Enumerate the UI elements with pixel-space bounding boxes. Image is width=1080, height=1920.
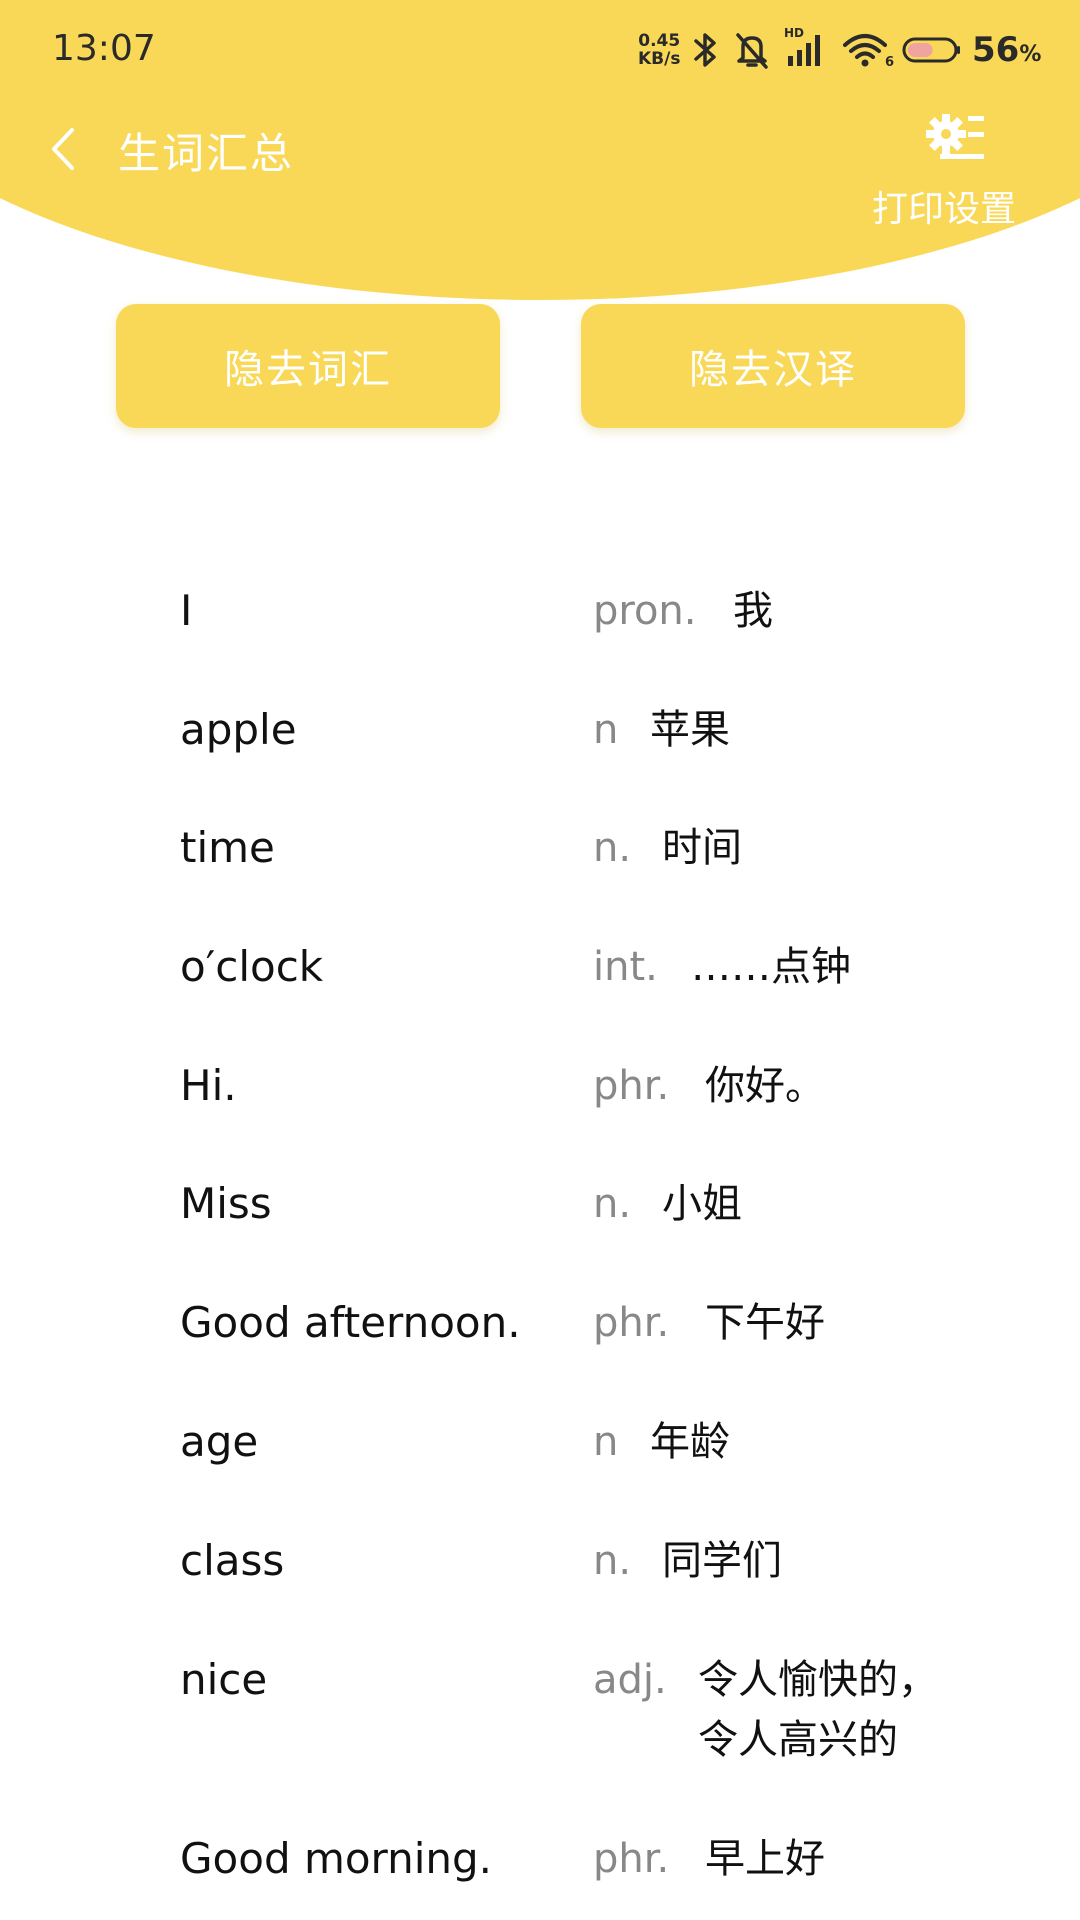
battery-icon (902, 36, 962, 64)
back-button[interactable] (44, 124, 84, 174)
word-chinese: 年龄 (650, 1419, 730, 1465)
word-english: age (180, 1417, 259, 1466)
word-chinese: 下午好 (705, 1300, 825, 1346)
word-english: Good morning. (180, 1834, 493, 1883)
status-time: 13:07 (52, 28, 156, 69)
word-chinese: 苹果 (650, 707, 730, 753)
network-speed-unit: KB/s (638, 49, 681, 69)
word-english: o′clock (180, 942, 324, 991)
battery-value: 56 (972, 30, 1020, 70)
word-english: Hi. (180, 1061, 237, 1110)
cellular-signal-icon: HD (784, 26, 828, 70)
word-english: Good afternoon. (180, 1298, 521, 1347)
bluetooth-icon (690, 30, 720, 70)
word-part-of-speech: pron. (593, 588, 697, 634)
screen: 13:07 0.45 KB/s HD 6 56% 生词汇总 打印设置 隐去词汇 … (0, 0, 1080, 1920)
word-english: time (180, 823, 275, 872)
mute-bell-icon (734, 30, 770, 70)
word-english: class (180, 1536, 285, 1585)
print-settings-button[interactable]: 打印设置 (866, 104, 1046, 234)
network-speed: 0.45 KB/s (638, 32, 680, 68)
hide-words-button[interactable]: 隐去词汇 (116, 304, 500, 428)
word-english: I (180, 586, 193, 635)
settings-list-icon (924, 112, 986, 168)
status-icons: HD 6 56% (690, 26, 1041, 72)
word-part-of-speech: n. (593, 1538, 632, 1584)
print-settings-label: 打印设置 (872, 189, 1017, 230)
word-chinese: 令人愉快的， (698, 1657, 938, 1703)
word-chinese: 时间 (662, 825, 742, 871)
signal-hd-label: HD (784, 26, 805, 40)
word-english: Miss (180, 1179, 272, 1228)
battery-percentage: 56% (972, 30, 1041, 70)
word-chinese: 我 (733, 588, 773, 634)
word-chinese: 小姐 (662, 1181, 742, 1227)
network-speed-value: 0.45 (638, 31, 681, 51)
word-part-of-speech: n. (593, 825, 632, 871)
wifi-icon: 6 (842, 30, 894, 70)
word-part-of-speech: adj. (593, 1657, 667, 1703)
battery-unit: % (1019, 42, 1042, 67)
word-chinese: ……点钟 (691, 944, 851, 990)
word-chinese: 你好。 (705, 1063, 825, 1109)
word-part-of-speech: phr. (593, 1063, 670, 1109)
word-part-of-speech: n (593, 1419, 619, 1465)
word-part-of-speech: n. (593, 1181, 632, 1227)
word-chinese-line2: 令人高兴的 (698, 1717, 898, 1763)
chevron-left-icon (52, 128, 74, 170)
word-part-of-speech: int. (593, 944, 658, 990)
status-bar: 13:07 0.45 KB/s HD 6 56% (0, 0, 1080, 100)
word-part-of-speech: phr. (593, 1300, 670, 1346)
word-english: nice (180, 1655, 268, 1704)
word-part-of-speech: n (593, 707, 619, 753)
word-chinese: 同学们 (662, 1538, 782, 1584)
word-part-of-speech: phr. (593, 1836, 670, 1882)
page-title: 生词汇总 (118, 129, 295, 178)
wifi-standard-label: 6 (884, 55, 894, 70)
word-chinese: 早上好 (705, 1836, 825, 1882)
hide-translation-button[interactable]: 隐去汉译 (581, 304, 965, 428)
word-english: apple (180, 705, 297, 754)
